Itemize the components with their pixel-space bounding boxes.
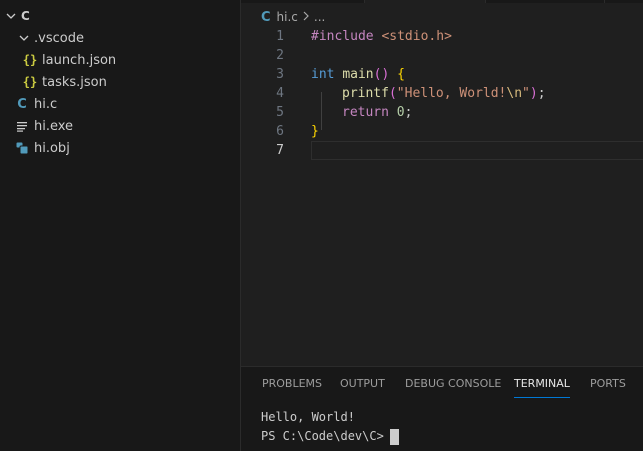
tree-item-label: hi.obj xyxy=(34,140,70,156)
tab-separator xyxy=(364,0,365,3)
tab-output[interactable]: OUTPUT xyxy=(340,367,385,401)
token-brace: { xyxy=(397,67,405,82)
line-number: 4 xyxy=(276,86,284,101)
tab-separator xyxy=(485,0,486,3)
chevron-down-icon xyxy=(16,27,32,49)
tree-item-label: launch.json xyxy=(42,52,117,68)
breadcrumb-symbol[interactable]: ... xyxy=(314,10,325,24)
tree-item-label: hi.exe xyxy=(34,118,74,134)
c-file-icon: C xyxy=(17,96,27,112)
tree-file-hi-c[interactable]: C hi.c xyxy=(0,93,240,115)
tree-item-label: tasks.json xyxy=(42,74,107,90)
token-keyword: int xyxy=(311,67,335,82)
line-number-active: 7 xyxy=(276,143,284,158)
code-line-6[interactable]: 6 } xyxy=(241,122,643,141)
code-line-4[interactable]: 4 printf("Hello, World!\n"); xyxy=(241,84,643,103)
token-preprocessor: #include xyxy=(311,29,374,44)
active-tab-edge xyxy=(365,0,485,3)
token-brace: } xyxy=(311,124,319,139)
tab-terminal[interactable]: TERMINAL xyxy=(514,367,570,401)
code-text: } xyxy=(311,122,319,141)
code-text: #include <stdio.h> xyxy=(311,27,452,46)
json-braces-icon: {} xyxy=(22,53,38,67)
token-punctuation: ; xyxy=(404,105,413,120)
editor-tab-strip xyxy=(241,0,643,3)
tab-debug-console[interactable]: DEBUG CONSOLE xyxy=(405,367,501,401)
tree-item-label: .vscode xyxy=(34,30,84,46)
breadcrumb: C hi.c ... xyxy=(261,7,325,27)
token-string: "Hello, World! xyxy=(396,86,507,101)
terminal-cursor xyxy=(389,428,399,445)
tree-file-launch-json[interactable]: {} launch.json xyxy=(0,49,240,71)
breadcrumb-separator xyxy=(302,10,310,24)
terminal-prompt: PS C:\Code\dev\C> xyxy=(261,429,384,443)
token-keyword: return xyxy=(342,105,389,120)
terminal[interactable]: Hello, World! PS C:\Code\dev\C> xyxy=(261,408,641,446)
tree-folder-vscode[interactable]: .vscode xyxy=(0,27,240,49)
bottom-panel: PROBLEMS OUTPUT DEBUG CONSOLE TERMINAL P… xyxy=(241,366,643,451)
line-number: 2 xyxy=(276,48,284,63)
token-punctuation: ; xyxy=(537,86,546,101)
line-number: 1 xyxy=(276,29,284,44)
token-function: main xyxy=(342,67,374,82)
panel-tabs: PROBLEMS OUTPUT DEBUG CONSOLE TERMINAL P… xyxy=(241,367,643,401)
code-text: printf("Hello, World!\n"); xyxy=(342,84,546,103)
code-text: return 0; xyxy=(342,103,412,122)
line-number: 6 xyxy=(276,124,284,139)
tab-separator xyxy=(604,0,605,3)
tree-file-hi-exe[interactable]: hi.exe xyxy=(0,115,240,137)
exe-file-icon xyxy=(14,115,30,137)
obj-file-icon xyxy=(14,137,30,159)
tab-problems[interactable]: PROBLEMS xyxy=(262,367,322,401)
code-area[interactable]: 1 #include <stdio.h> 2 3 int main() { 4 … xyxy=(241,27,643,366)
explorer-root-label: C xyxy=(21,9,30,23)
code-line-3[interactable]: 3 int main() { xyxy=(241,65,643,84)
code-editor[interactable]: C hi.c ... 1 #include <stdio.h> 2 3 int … xyxy=(241,0,643,366)
code-text: int main() { xyxy=(311,65,405,84)
code-line-7[interactable]: 7 xyxy=(241,141,643,160)
chevron-down-icon xyxy=(3,5,19,27)
tab-ports[interactable]: PORTS xyxy=(590,367,626,401)
terminal-prompt-line: PS C:\Code\dev\C> xyxy=(261,427,641,446)
tree-item-label: hi.c xyxy=(34,96,58,112)
token-number: 0 xyxy=(396,105,405,120)
token-header: <stdio.h> xyxy=(381,29,452,44)
explorer-panel: C .vscode {} launch.json {} tasks.json C… xyxy=(0,0,241,451)
token-bracket: ( xyxy=(388,86,397,101)
token-string: " xyxy=(522,86,530,101)
code-line-5[interactable]: 5 return 0; xyxy=(241,103,643,122)
breadcrumb-file[interactable]: hi.c xyxy=(277,10,298,24)
line-number: 3 xyxy=(276,67,284,82)
explorer-root-folder[interactable]: C xyxy=(0,5,240,27)
tree-file-tasks-json[interactable]: {} tasks.json xyxy=(0,71,240,93)
c-file-icon: C xyxy=(261,9,271,25)
token-function: printf xyxy=(342,86,389,101)
token-escape: \n xyxy=(506,86,523,101)
json-braces-icon: {} xyxy=(22,75,38,89)
code-line-1[interactable]: 1 #include <stdio.h> xyxy=(241,27,643,46)
code-line-2[interactable]: 2 xyxy=(241,46,643,65)
terminal-output-line: Hello, World! xyxy=(261,410,355,424)
token-bracket: ) xyxy=(529,86,538,101)
vscode-window: C .vscode {} launch.json {} tasks.json C… xyxy=(0,0,643,451)
tree-file-hi-obj[interactable]: hi.obj xyxy=(0,137,240,159)
line-number: 5 xyxy=(276,105,284,120)
